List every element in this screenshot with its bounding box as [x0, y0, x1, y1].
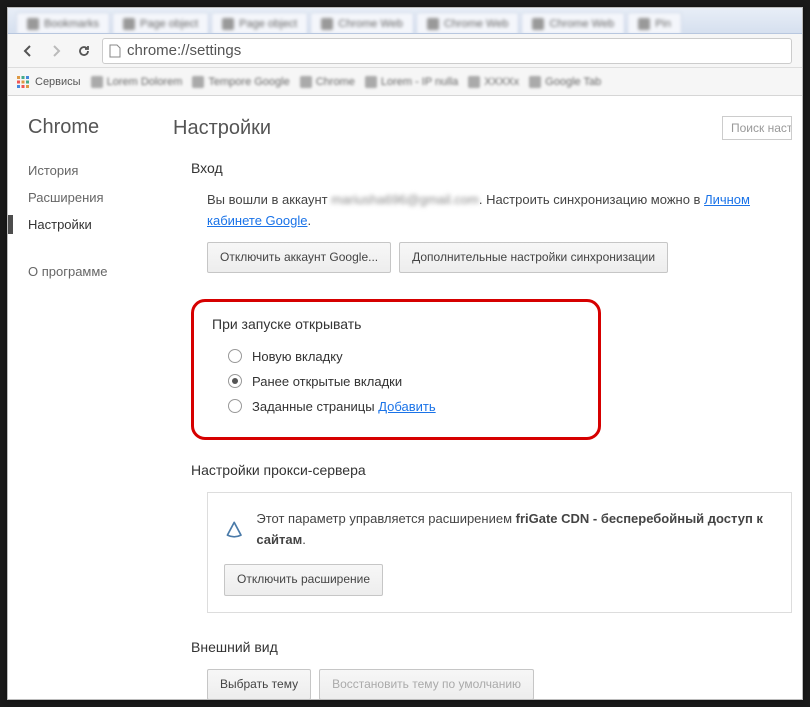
radio-label: Заданные страницы Добавить [252, 399, 436, 414]
section-login: Вход Вы вошли в аккаунт mariusha696@gmai… [173, 160, 792, 273]
radio-icon [228, 399, 242, 413]
disconnect-google-button[interactable]: Отключить аккаунт Google... [207, 242, 391, 273]
app-name: Chrome [28, 116, 173, 139]
proxy-managed-box: Этот параметр управляется расширением fr… [207, 492, 792, 613]
reload-button[interactable] [74, 41, 94, 61]
section-title: При запуске открывать [212, 316, 580, 332]
address-bar[interactable]: chrome://settings [102, 38, 792, 64]
forward-button[interactable] [46, 41, 66, 61]
browser-tab[interactable]: Bookmarks [16, 12, 110, 34]
disable-extension-button[interactable]: Отключить расширение [224, 564, 383, 595]
radio-icon [228, 374, 242, 388]
radio-label: Ранее открытые вкладки [252, 374, 402, 389]
startup-option-pages[interactable]: Заданные страницы Добавить [212, 394, 580, 419]
frigate-icon [224, 519, 244, 541]
add-pages-link[interactable]: Добавить [378, 399, 435, 414]
startup-option-continue[interactable]: Ранее открытые вкладки [212, 369, 580, 394]
radio-icon [228, 349, 242, 363]
sidebar-item-about[interactable]: О программе [28, 258, 173, 285]
apps-shortcut[interactable]: Сервисы [16, 75, 81, 89]
startup-section-highlighted: При запуске открывать Новую вкладку Ране… [191, 299, 601, 440]
section-proxy: Настройки прокси-сервера Этот параметр у… [173, 462, 792, 613]
browser-tab[interactable]: Page object [112, 12, 209, 34]
sidebar: Chrome История Расширения Настройки О пр… [8, 96, 173, 699]
radio-label: Новую вкладку [252, 349, 343, 364]
bookmark-item[interactable]: Lorem - IP nulla [365, 76, 458, 88]
browser-tab[interactable]: Pin [627, 12, 682, 34]
account-email: mariusha696@gmail.com [331, 192, 479, 207]
bookmark-item[interactable]: Lorem Dolorem [91, 76, 183, 88]
apps-icon [16, 75, 30, 89]
browser-tab[interactable]: Page object [211, 12, 308, 34]
startup-option-newtab[interactable]: Новую вкладку [212, 344, 580, 369]
section-appearance: Внешний вид Выбрать тему Восстановить те… [173, 639, 792, 699]
tab-strip: Bookmarks Page object Page object Chrome… [8, 8, 802, 34]
proxy-message: Этот параметр управляется расширением fr… [256, 509, 775, 551]
bookmark-item[interactable]: XXXXx [468, 76, 519, 88]
bookmark-item[interactable]: Chrome [300, 76, 355, 88]
apps-label: Сервисы [35, 76, 81, 88]
toolbar: chrome://settings [8, 34, 802, 68]
section-title: Внешний вид [191, 639, 792, 655]
back-button[interactable] [18, 41, 38, 61]
url-text: chrome://settings [127, 42, 241, 59]
page-title: Настройки [173, 117, 722, 140]
browser-tab[interactable]: Chrome Web [521, 12, 625, 34]
browser-tab[interactable]: Chrome Web [416, 12, 520, 34]
section-title: Вход [191, 160, 792, 176]
main-panel: Настройки Поиск наст Вход Вы вошли в акк… [173, 96, 802, 699]
bookmark-item[interactable]: Google Tab [529, 76, 601, 88]
sidebar-item-settings[interactable]: Настройки [28, 211, 173, 238]
bookmarks-bar: Сервисы Lorem Dolorem Tempore Google Chr… [8, 68, 802, 96]
settings-search[interactable]: Поиск наст [722, 116, 792, 140]
choose-theme-button[interactable]: Выбрать тему [207, 669, 311, 699]
section-title: Настройки прокси-сервера [191, 462, 792, 478]
reset-theme-button: Восстановить тему по умолчанию [319, 669, 534, 699]
page-icon [109, 44, 121, 58]
chrome-window: Bookmarks Page object Page object Chrome… [7, 7, 803, 700]
advanced-sync-button[interactable]: Дополнительные настройки синхронизации [399, 242, 668, 273]
login-text: Вы вошли в аккаунт mariusha696@gmail.com… [191, 190, 792, 273]
sidebar-item-extensions[interactable]: Расширения [28, 184, 173, 211]
browser-tab[interactable]: Chrome Web [310, 12, 414, 34]
content-area: Chrome История Расширения Настройки О пр… [8, 96, 802, 699]
sidebar-item-history[interactable]: История [28, 157, 173, 184]
bookmark-item[interactable]: Tempore Google [192, 76, 289, 88]
